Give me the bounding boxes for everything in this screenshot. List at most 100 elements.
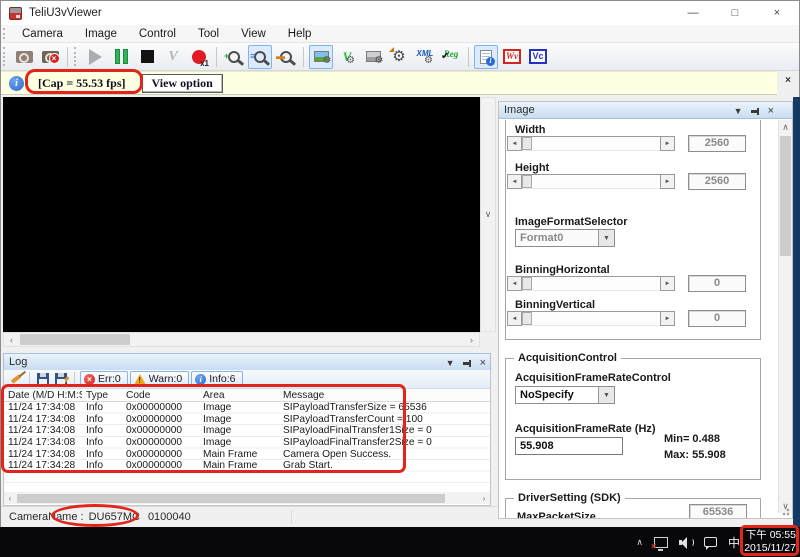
- log-row[interactable]: 11/24 17:34:08 Info 0x00000000 Main Frame Ca…: [4, 448, 490, 460]
- log-window-button[interactable]: i: [474, 44, 498, 69]
- log-row[interactable]: 11/24 17:34:28 Info 0x00000000 Main Frame Gr…: [4, 460, 490, 472]
- register-check-button[interactable]: Reg ✔: [439, 45, 463, 69]
- menu-image[interactable]: Image: [74, 28, 128, 40]
- play-button[interactable]: [83, 45, 107, 69]
- zoom-in-icon: [228, 50, 240, 63]
- infobar-close-button[interactable]: ×: [780, 73, 796, 89]
- slider-left-arrow[interactable]: ◄: [507, 276, 522, 291]
- speaker-icon[interactable]: [678, 536, 694, 549]
- slider-left-arrow[interactable]: ◄: [507, 136, 522, 151]
- tray-chevron-icon[interactable]: ∧: [636, 537, 643, 548]
- clear-log-button[interactable]: [7, 371, 25, 387]
- notification-icon[interactable]: [703, 537, 717, 550]
- menu-control[interactable]: Control: [128, 28, 187, 40]
- ime-indicator[interactable]: 中: [728, 534, 740, 551]
- xml-settings-button[interactable]: XML ⚙: [413, 45, 437, 69]
- slider-thumb[interactable]: [522, 175, 532, 188]
- scroll-left-arrow[interactable]: ‹: [4, 333, 19, 346]
- filter-info-button[interactable]: i Info:6: [191, 371, 243, 387]
- save-log-button[interactable]: [34, 371, 52, 387]
- slider-track[interactable]: [522, 311, 660, 326]
- stop-button[interactable]: [135, 45, 159, 69]
- menu-view[interactable]: View: [230, 28, 277, 40]
- zoom-in-button[interactable]: +: [222, 45, 246, 69]
- slider-track[interactable]: [522, 136, 660, 151]
- slider-track[interactable]: [522, 174, 660, 189]
- slider-right-arrow[interactable]: ►: [660, 174, 675, 189]
- resize-grip[interactable]: [780, 506, 790, 516]
- scroll-left-arrow[interactable]: ‹: [4, 492, 16, 504]
- image-panel-scrollbar[interactable]: ∧ ∨: [778, 120, 792, 513]
- log-horizontal-scrollbar[interactable]: ‹ ›: [4, 492, 490, 504]
- scroll-up-arrow[interactable]: ∧: [779, 120, 792, 134]
- waveform-view-button[interactable]: Wv: [500, 45, 524, 69]
- maximize-button[interactable]: □: [721, 7, 749, 19]
- dropdown-arrow-icon[interactable]: ▼: [598, 387, 614, 403]
- zoom-out-button[interactable]: ▬: [274, 45, 298, 69]
- close-camera-button[interactable]: ×: [38, 45, 62, 69]
- panel-pin-icon[interactable]: [750, 107, 760, 116]
- menu-tool[interactable]: Tool: [187, 28, 230, 40]
- dropdown-arrow-icon[interactable]: ▼: [598, 230, 614, 246]
- display-settings-button[interactable]: ⚙: [361, 45, 385, 69]
- acquisition-frame-rate-control-dropdown[interactable]: NoSpecify ▼: [515, 386, 615, 404]
- column-header-code[interactable]: Code: [122, 390, 199, 401]
- filter-errors-button[interactable]: × Err:0: [80, 371, 128, 387]
- scroll-down-arrow[interactable]: ∨: [481, 98, 495, 331]
- height-slider[interactable]: ◄ ►: [507, 174, 675, 189]
- slider-left-arrow[interactable]: ◄: [507, 174, 522, 189]
- menu-camera[interactable]: Camera: [11, 28, 74, 40]
- filter-warnings-button[interactable]: ! Warn:0: [129, 371, 190, 387]
- video-view-button[interactable]: Vc: [526, 45, 550, 69]
- save-log-as-button[interactable]: [52, 371, 70, 387]
- binning-vertical-slider[interactable]: ◄ ►: [507, 311, 675, 326]
- taskbar[interactable]: ∧ × 中 下午 05:55 2015/11/27: [0, 527, 800, 557]
- column-header-area[interactable]: Area: [199, 390, 279, 401]
- binning-horizontal-slider[interactable]: ◄ ►: [507, 276, 675, 291]
- log-row[interactable]: 11/24 17:34:08 Info 0x00000000 Image SIPaylo…: [4, 414, 490, 426]
- pause-button[interactable]: [109, 45, 133, 69]
- feature-settings-button[interactable]: V ⚙: [335, 45, 359, 69]
- viewport-vertical-scrollbar[interactable]: ∧ ∨: [480, 97, 496, 332]
- network-status-icon[interactable]: ×: [651, 536, 668, 551]
- image-format-dropdown[interactable]: Format0 ▼: [515, 229, 615, 247]
- panel-menu-icon[interactable]: ▼: [734, 102, 743, 120]
- width-slider[interactable]: ◄ ►: [507, 136, 675, 151]
- slider-left-arrow[interactable]: ◄: [507, 311, 522, 326]
- log-row[interactable]: 11/24 17:34:08 Info 0x00000000 Image SIPaylo…: [4, 402, 490, 414]
- slider-right-arrow[interactable]: ►: [660, 311, 675, 326]
- slider-right-arrow[interactable]: ►: [660, 276, 675, 291]
- scroll-right-arrow[interactable]: ›: [464, 333, 479, 346]
- scroll-thumb[interactable]: [20, 334, 130, 345]
- scroll-thumb[interactable]: [17, 493, 445, 503]
- camera-image-viewport[interactable]: [3, 97, 480, 332]
- log-row[interactable]: 11/24 17:34:08 Info 0x00000000 Image SIPaylo…: [4, 437, 490, 449]
- record-button[interactable]: x1: [187, 45, 211, 69]
- scroll-right-arrow[interactable]: ›: [478, 492, 490, 504]
- advanced-settings-button[interactable]: ⚙: [387, 45, 411, 69]
- viewport-horizontal-scrollbar[interactable]: ‹ ›: [3, 332, 480, 347]
- panel-pin-icon[interactable]: [462, 359, 472, 368]
- image-settings-button[interactable]: ⚙: [309, 44, 333, 69]
- trigger-button[interactable]: V: [161, 45, 185, 69]
- slider-thumb[interactable]: [522, 277, 532, 290]
- open-camera-button[interactable]: [12, 45, 36, 69]
- zoom-fit-button[interactable]: ≡: [248, 44, 272, 69]
- taskbar-clock[interactable]: 下午 05:55 2015/11/27: [742, 529, 796, 555]
- scroll-thumb[interactable]: [780, 136, 791, 256]
- menu-help[interactable]: Help: [277, 28, 323, 40]
- view-option-button[interactable]: View option: [141, 73, 223, 93]
- slider-thumb[interactable]: [522, 137, 532, 150]
- slider-right-arrow[interactable]: ►: [660, 136, 675, 151]
- panel-close-icon[interactable]: ×: [768, 102, 774, 120]
- column-header-type[interactable]: Type: [82, 390, 122, 401]
- slider-track[interactable]: [522, 276, 660, 291]
- slider-thumb[interactable]: [522, 312, 532, 325]
- close-button[interactable]: ×: [763, 7, 791, 19]
- column-header-date[interactable]: Date (M/D H:M:S): [4, 390, 82, 401]
- log-table-header[interactable]: Date (M/D H:M:S) Type Code Area Message: [4, 389, 490, 402]
- column-header-message[interactable]: Message: [279, 390, 490, 401]
- acquisition-frame-rate-input[interactable]: 55.908: [515, 437, 623, 455]
- minimize-button[interactable]: —: [679, 7, 707, 19]
- log-row[interactable]: 11/24 17:34:08 Info 0x00000000 Image SIPaylo…: [4, 425, 490, 437]
